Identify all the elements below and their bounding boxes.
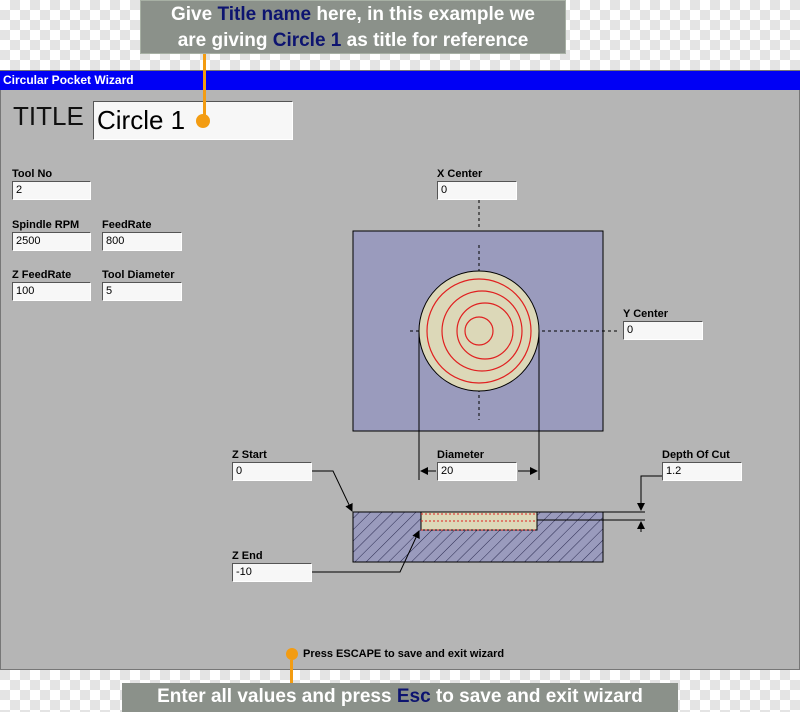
status-text: Press ESCAPE to save and exit wizard [303,648,505,660]
depth-of-cut-input[interactable]: 1.2 [662,462,742,481]
banner-text: to save and exit wizard [430,686,643,707]
pocket-circle [418,270,540,392]
pocket-diagram [312,200,662,573]
z-start-label: Z Start [232,449,267,461]
banner-text: Enter all values and press [157,686,397,707]
x-center-input[interactable]: 0 [437,181,517,200]
x-center-label: X Center [437,168,483,180]
z-end-input[interactable]: -10 [232,563,312,582]
diameter-label: Diameter [437,449,485,461]
z-start-input[interactable]: 0 [232,462,312,481]
depth-arrow-top [637,475,662,511]
status-leader-line [290,660,293,683]
diameter-input[interactable]: 20 [437,462,517,481]
y-center-input[interactable]: 0 [623,321,703,340]
banner-highlight: Esc [396,686,431,707]
y-center-label: Y Center [623,308,669,320]
depth-of-cut-label: Depth Of Cut [662,449,730,461]
status-dot [286,648,298,660]
z-start-leader [312,470,353,512]
z-end-label: Z End [232,550,263,562]
bottom-banner: Enter all values and press Esc to save a… [122,683,678,712]
